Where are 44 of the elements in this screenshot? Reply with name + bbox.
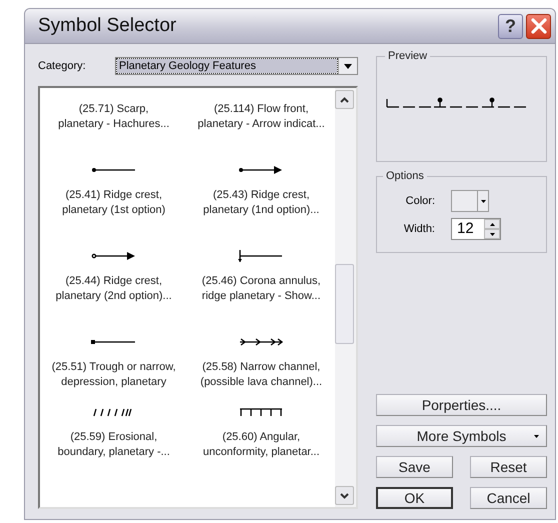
group-title: Preview [387, 50, 428, 62]
symbol-label[interactable]: (25.114) Flow front, planetary - Arrow indicat... [198, 102, 325, 132]
scrollbar[interactable] [335, 88, 356, 507]
properties-button[interactable]: Porperties.... [376, 394, 547, 416]
scroll-up-button[interactable] [335, 90, 354, 109]
symbol-label[interactable]: (25.46) Corona annulus, ridge planetary - Show... [202, 274, 321, 304]
arrow-icon [238, 164, 284, 176]
dropdown-arrow-icon [344, 64, 352, 68]
arrow-icon [90, 250, 137, 262]
arrow-line-icon [238, 336, 284, 348]
color-label: Color: [404, 195, 435, 207]
symbol-label[interactable]: (25.58) Narrow channel, (possible lava channel)... [200, 360, 322, 390]
symbol-label[interactable]: (25.44) Ridge crest, planetary (2nd option)... [56, 274, 172, 304]
cancel-button[interactable]: Cancel [470, 487, 547, 509]
symbol-label[interactable]: (25.60) Angular, unconformity, planetar... [202, 430, 320, 460]
help-button[interactable]: ? [498, 14, 523, 38]
category-dropdown[interactable]: Planetary Geology Features [115, 57, 358, 75]
width-spinner[interactable]: 12 [451, 218, 501, 240]
symbol-label[interactable]: (25.71) Scarp, planetary - Hachures... [58, 102, 170, 132]
category-label: Category: [38, 60, 87, 72]
chevron-up-icon [340, 96, 349, 102]
symbol-label[interactable]: (25.51) Trough or narrow, depression, planetary [52, 360, 176, 390]
scroll-down-button[interactable] [335, 486, 354, 505]
dropdown-arrow-icon [480, 200, 486, 202]
symbol-label[interactable]: (25.41) Ridge crest, planetary (1st option) [62, 188, 166, 218]
chevron-down-icon [340, 492, 349, 498]
close-button[interactable] [526, 14, 551, 38]
ok-button[interactable]: OK [376, 487, 453, 509]
symbol-label[interactable]: (25.43) Ridge crest, planetary (1nd option)... [203, 188, 320, 218]
dropdown-arrow-icon [534, 435, 539, 438]
group-title: Options [385, 170, 425, 182]
symbol-label[interactable]: (25.59) Erosional, boundary, planetary -... [58, 430, 170, 460]
color-picker-button[interactable] [451, 190, 489, 212]
width-label: Width: [402, 223, 435, 235]
close-icon [530, 18, 546, 34]
reset-button[interactable]: Reset [470, 456, 547, 478]
comb-line-icon [238, 406, 284, 418]
cross-line-icon [238, 250, 284, 262]
scroll-thumb[interactable] [335, 264, 354, 344]
window-title: Symbol Selector [38, 15, 178, 37]
down-arrow-icon [490, 232, 494, 236]
save-button[interactable]: Save [376, 456, 453, 478]
up-arrow-icon [490, 222, 494, 226]
more-symbols-button[interactable]: More Symbols [376, 425, 547, 447]
